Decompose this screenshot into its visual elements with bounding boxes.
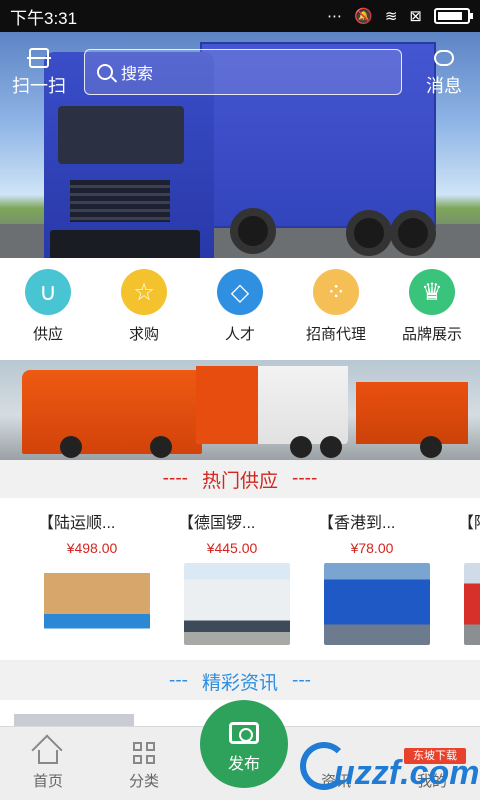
message-label: 消息	[426, 76, 462, 96]
search-input[interactable]: 搜索	[84, 49, 402, 95]
diamond-icon: ◇	[217, 269, 263, 315]
category-grid: ∪ 供应 ☆ 求购 ◇ 人才 ⁘ 招商代理 ♛ 品牌展示	[0, 258, 480, 360]
search-icon	[97, 64, 113, 80]
hot-supply-list: 【陆运顺... ¥498.00 【德国锣... ¥445.00 【香港到... …	[0, 498, 480, 660]
grid-icon	[133, 742, 155, 764]
product-card[interactable]: 【香港到... ¥78.00	[302, 498, 442, 660]
scan-button[interactable]: 扫一扫	[8, 48, 70, 98]
sim-icon: ⊠	[409, 8, 422, 25]
product-price: ¥445.00	[206, 540, 258, 556]
watermark-logo: uzzf.com 东坡下载	[300, 736, 479, 796]
product-image	[464, 563, 480, 645]
nav-home-label: 首页	[32, 773, 63, 790]
hot-dash-right: ----	[292, 468, 318, 489]
status-bar: 下午3:31 ⋯ 🔕 ≋ ⊠	[0, 0, 480, 32]
product-price: ¥498.00	[66, 540, 118, 556]
category-label: 招商代理	[305, 326, 366, 343]
star-icon: ☆	[121, 269, 167, 315]
product-card[interactable]: 【陆运顺... ¥498.00	[22, 498, 162, 660]
product-price: ¥78.00	[350, 540, 394, 556]
product-title: 【德国锣...	[178, 515, 256, 532]
hot-supply-header: ---- 热门供应 ----	[0, 460, 480, 498]
category-franchise[interactable]: ⁘ 招商代理	[288, 258, 384, 360]
publish-button[interactable]: 发布	[200, 700, 288, 788]
publish-label: 发布	[227, 756, 260, 773]
product-card[interactable]: 【陆 ¥	[442, 498, 480, 660]
news-dash-left: ---	[169, 670, 188, 691]
news-dash-right: ---	[292, 670, 311, 691]
more-icon: ⋯	[327, 8, 343, 25]
camera-icon	[229, 722, 259, 744]
nav-category-label: 分类	[128, 773, 159, 790]
nav-category[interactable]: 分类	[96, 727, 192, 800]
scan-icon	[27, 48, 51, 68]
nav-home[interactable]: 首页	[0, 727, 96, 800]
promo-banner[interactable]	[0, 360, 480, 460]
category-label: 求购	[128, 326, 159, 343]
crown-icon: ♛	[409, 269, 455, 315]
category-purchase[interactable]: ☆ 求购	[96, 258, 192, 360]
search-placeholder: 搜索	[121, 66, 154, 83]
hot-dash-left: ----	[162, 468, 188, 489]
product-image	[184, 563, 290, 645]
category-supply[interactable]: ∪ 供应	[0, 258, 96, 360]
product-title: 【陆	[458, 515, 480, 532]
category-talent[interactable]: ◇ 人才	[192, 258, 288, 360]
product-card[interactable]: 【德国锣... ¥445.00	[162, 498, 302, 660]
product-title: 【陆运顺...	[38, 515, 116, 532]
hot-supply-title: 热门供应	[201, 470, 278, 492]
message-button[interactable]: 消息	[418, 48, 470, 98]
status-time: 下午3:31	[10, 8, 78, 28]
product-price: ¥	[442, 540, 480, 556]
wifi-icon: ≋	[384, 8, 398, 25]
category-label: 供应	[32, 326, 63, 343]
category-label: 品牌展示	[401, 326, 462, 343]
home-icon	[38, 750, 58, 764]
battery-icon	[434, 8, 473, 24]
product-image	[324, 563, 430, 645]
news-title: 精彩资讯	[201, 672, 278, 694]
product-title: 【香港到...	[318, 515, 396, 532]
mute-icon: 🔕	[354, 8, 373, 25]
watermark-tag: 东坡下载	[404, 748, 466, 764]
orange-truck-image	[22, 370, 202, 454]
horseshoe-icon: ∪	[25, 269, 71, 315]
category-label: 人才	[224, 326, 255, 343]
scan-label: 扫一扫	[12, 76, 66, 96]
message-icon	[434, 50, 454, 66]
product-image	[44, 563, 150, 645]
news-header: --- 精彩资讯 ---	[0, 662, 480, 700]
category-brand[interactable]: ♛ 品牌展示	[384, 258, 480, 360]
diamond-dots-icon: ⁘	[313, 269, 359, 315]
